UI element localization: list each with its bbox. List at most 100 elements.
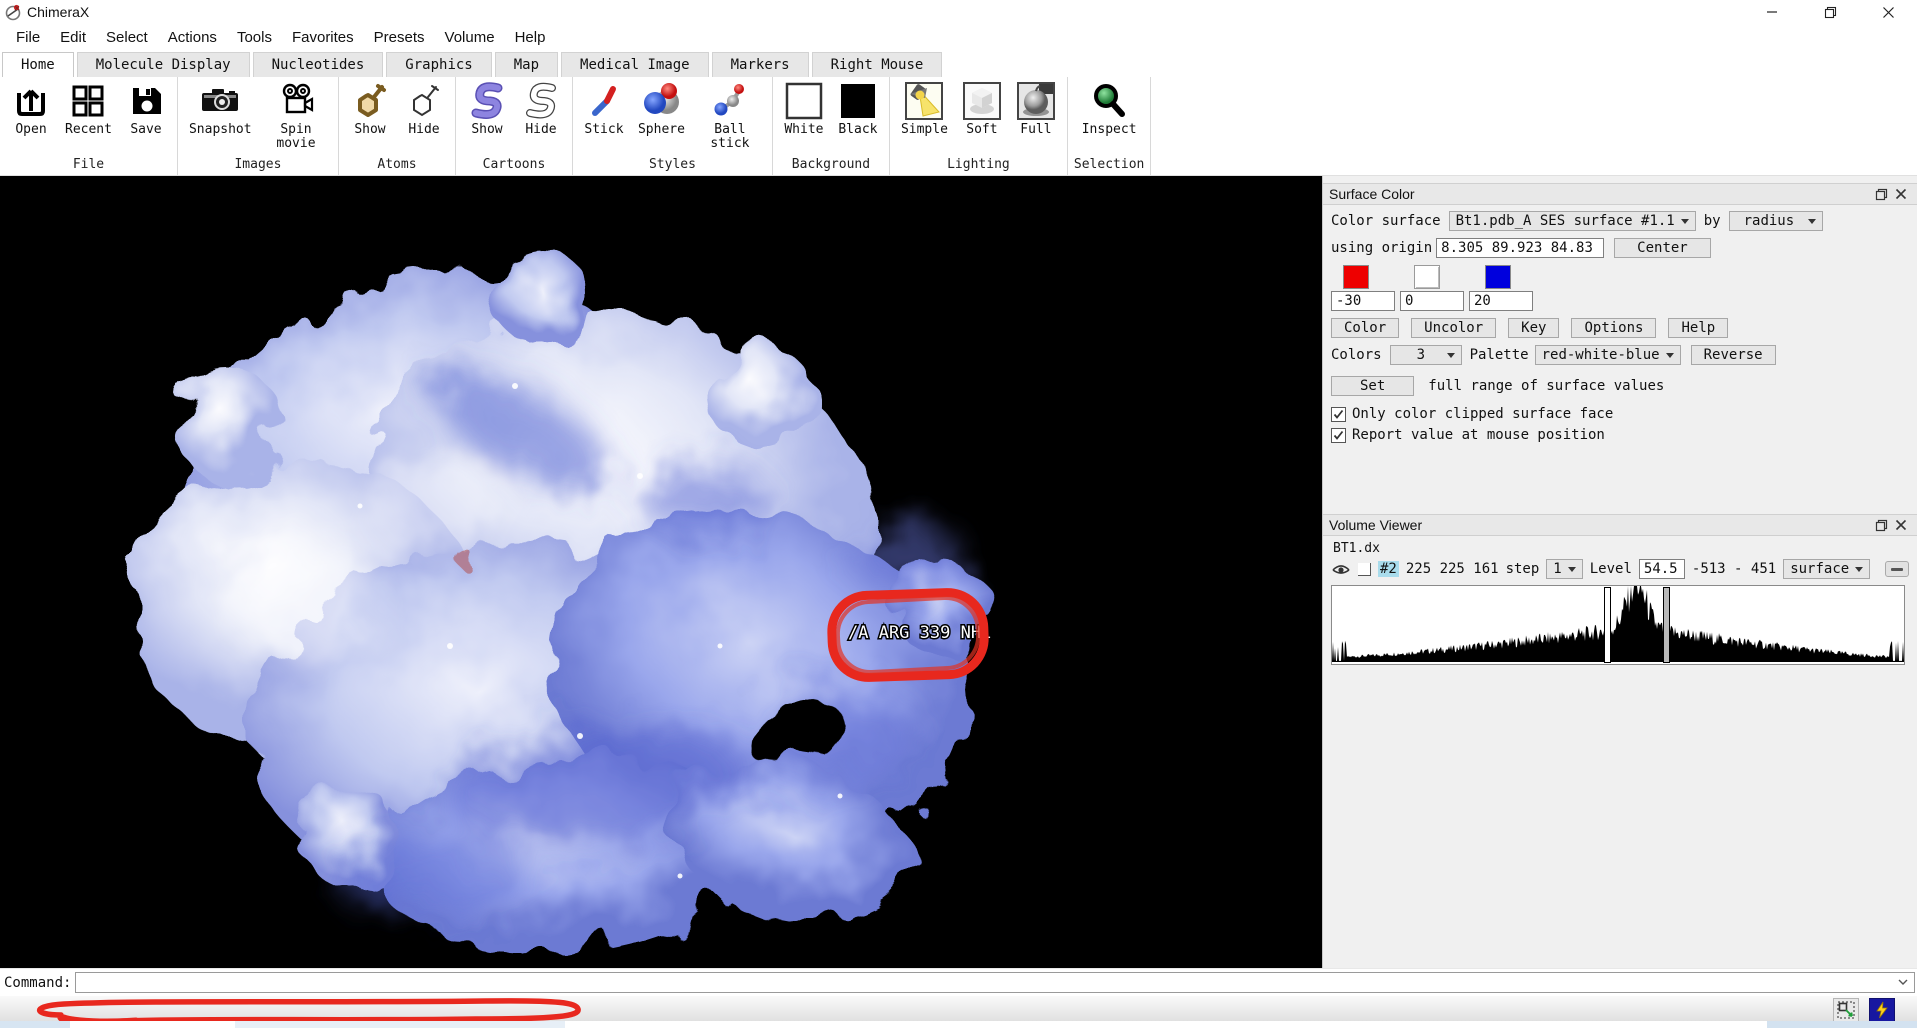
level-marker-white[interactable]	[1604, 587, 1611, 663]
simple-lighting-button[interactable]: Simple	[896, 79, 953, 139]
tab-medical-image[interactable]: Medical Image	[561, 52, 709, 77]
undock-icon[interactable]	[1871, 186, 1891, 202]
volume-viewer-close-icon[interactable]	[1891, 517, 1911, 533]
red-color-swatch[interactable]	[1343, 265, 1369, 289]
tab-markers[interactable]: Markers	[712, 52, 809, 77]
threshold-input-1[interactable]: -30	[1331, 291, 1395, 311]
drag-handle[interactable]	[1358, 563, 1371, 576]
graphics-viewport[interactable]: /A ARG 339 NH1	[0, 176, 1322, 968]
colors-count-select[interactable]: 3	[1390, 345, 1462, 365]
full-lighting-label: Full	[1020, 123, 1051, 137]
spin-movie-button[interactable]: Spin movie	[260, 79, 332, 152]
stick-style-button[interactable]: Stick	[579, 79, 629, 139]
collapse-row-button[interactable]	[1885, 561, 1909, 577]
tab-right-mouse[interactable]: Right Mouse	[812, 52, 943, 77]
surface-select[interactable]: Bt1.pdb_A SES surface #1.1	[1449, 211, 1696, 231]
resize-region-button[interactable]	[1833, 998, 1859, 1022]
snapshot-button[interactable]: Snapshot	[184, 79, 256, 139]
ball-stick-style-button[interactable]: Ball stick	[694, 79, 766, 152]
sphere-style-button[interactable]: Sphere	[633, 79, 690, 139]
volume-viewer-title: Volume Viewer	[1329, 517, 1422, 533]
open-button[interactable]: Open	[6, 79, 56, 139]
close-button[interactable]	[1859, 0, 1917, 24]
menu-file[interactable]: File	[6, 27, 50, 48]
level-input[interactable]: 54.5	[1639, 559, 1685, 579]
menu-presets[interactable]: Presets	[364, 27, 435, 48]
threshold-input-2[interactable]: 0	[1400, 291, 1464, 311]
tab-map[interactable]: Map	[495, 52, 558, 77]
window-title: ChimeraX	[27, 4, 89, 20]
tab-home[interactable]: Home	[2, 52, 74, 77]
volume-dimensions: 225 225 161	[1406, 561, 1499, 577]
fast-mode-button[interactable]	[1869, 998, 1895, 1022]
chevron-down-icon	[1681, 219, 1689, 224]
volume-histogram[interactable]	[1331, 585, 1905, 665]
tab-molecule-display[interactable]: Molecule Display	[77, 52, 250, 77]
ball-stick-icon	[710, 81, 750, 121]
report-value-checkbox[interactable]	[1331, 428, 1346, 443]
colors-label: Colors	[1331, 347, 1382, 363]
open-icon	[11, 81, 51, 121]
minimize-button[interactable]	[1743, 0, 1801, 24]
atoms-show-button[interactable]: Show	[345, 79, 395, 139]
soft-lighting-button[interactable]: Soft	[957, 79, 1007, 139]
full-lighting-button[interactable]: Full	[1011, 79, 1061, 139]
color-by-select[interactable]: radius	[1729, 211, 1824, 231]
cartoons-hide-button[interactable]: Hide	[516, 79, 566, 139]
atoms-hide-label: Hide	[408, 123, 439, 137]
command-history-chevron-icon[interactable]	[1898, 977, 1908, 987]
model-id-badge[interactable]: #2	[1378, 561, 1399, 577]
palette-select[interactable]: red-white-blue	[1535, 345, 1681, 365]
tab-graphics[interactable]: Graphics	[386, 52, 491, 77]
toolbar-section-images: Images	[184, 156, 332, 175]
options-button[interactable]: Options	[1571, 318, 1656, 338]
menu-actions[interactable]: Actions	[158, 27, 227, 48]
menu-favorites[interactable]: Favorites	[282, 27, 364, 48]
menu-volume[interactable]: Volume	[435, 27, 505, 48]
level-marker-gray[interactable]	[1663, 587, 1670, 663]
menu-select[interactable]: Select	[96, 27, 158, 48]
palette-value: red-white-blue	[1542, 347, 1660, 363]
command-input[interactable]	[75, 972, 1915, 993]
key-button[interactable]: Key	[1508, 318, 1559, 338]
white-color-swatch[interactable]	[1414, 265, 1440, 289]
command-label: Command:	[4, 975, 71, 991]
snapshot-camera-icon	[200, 81, 240, 121]
black-background-label: Black	[838, 123, 877, 137]
white-background-button[interactable]: White	[779, 79, 829, 139]
menu-tools[interactable]: Tools	[227, 27, 282, 48]
atoms-hide-button[interactable]: Hide	[399, 79, 449, 139]
clipped-face-checkbox[interactable]	[1331, 407, 1346, 422]
reverse-button[interactable]: Reverse	[1691, 345, 1776, 365]
threshold-input-3[interactable]: 20	[1469, 291, 1533, 311]
using-origin-label: using origin	[1331, 240, 1432, 256]
menu-edit[interactable]: Edit	[50, 27, 96, 48]
center-button[interactable]: Center	[1614, 238, 1711, 258]
origin-input[interactable]: 8.305 89.923 84.83	[1436, 238, 1604, 258]
blue-color-swatch[interactable]	[1485, 265, 1511, 289]
display-style-select[interactable]: surface	[1783, 559, 1870, 579]
save-label: Save	[130, 123, 161, 137]
clipped-face-label: Only color clipped surface face	[1352, 406, 1613, 422]
surface-color-close-icon[interactable]	[1891, 186, 1911, 202]
inspect-button[interactable]: Inspect	[1077, 79, 1142, 139]
colors-count-value: 3	[1417, 347, 1425, 363]
surface-color-panel: Surface Color Color surface	[1323, 183, 1917, 454]
menu-help[interactable]: Help	[505, 27, 556, 48]
volume-viewer-header[interactable]: Volume Viewer	[1323, 514, 1917, 536]
color-button[interactable]: Color	[1331, 318, 1399, 338]
black-background-button[interactable]: Black	[833, 79, 883, 139]
tab-nucleotides[interactable]: Nucleotides	[253, 52, 384, 77]
surface-color-header[interactable]: Surface Color	[1323, 183, 1917, 205]
save-button[interactable]: Save	[121, 79, 171, 139]
help-button[interactable]: Help	[1668, 318, 1728, 338]
recent-button[interactable]: Recent	[60, 79, 117, 139]
visibility-eye-icon[interactable]	[1331, 562, 1351, 576]
uncolor-button[interactable]: Uncolor	[1411, 318, 1496, 338]
set-button[interactable]: Set	[1331, 376, 1414, 396]
step-select[interactable]: 1	[1546, 559, 1582, 579]
undock-icon[interactable]	[1871, 517, 1891, 533]
cartoons-show-button[interactable]: Show	[462, 79, 512, 139]
surface-select-value: Bt1.pdb_A SES surface #1.1	[1456, 213, 1675, 229]
restore-button[interactable]	[1801, 0, 1859, 24]
